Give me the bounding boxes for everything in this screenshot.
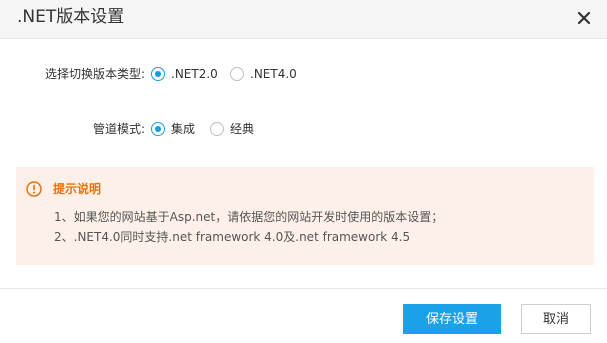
exclamation-circle-icon [26, 181, 42, 197]
radio-integrated-circle[interactable] [151, 122, 165, 136]
version-label: 选择切换版本类型: [44, 67, 145, 81]
radio-net40-circle[interactable] [230, 67, 244, 81]
radio-integrated[interactable]: 集成 [151, 120, 195, 138]
radio-net20-circle[interactable] [151, 67, 165, 81]
radio-classic-label: 经典 [230, 122, 255, 136]
pipeline-row: 管道模式: 集成 经典 [0, 117, 607, 141]
notice-box: 提示说明 1、如果您的网站基于Asp.net，请依据您的网站开发时使用的版本设置… [16, 167, 594, 265]
radio-integrated-label: 集成 [171, 122, 196, 136]
radio-net40-label: .NET4.0 [250, 67, 297, 81]
version-row: 选择切换版本类型: .NET2.0 .NET4.0 [0, 62, 607, 86]
dialog-footer: 保存设置 取消 [0, 288, 607, 343]
close-icon[interactable] [575, 9, 593, 27]
radio-net40[interactable]: .NET4.0 [230, 65, 297, 83]
radio-classic[interactable]: 经典 [210, 120, 254, 138]
dialog-header: .NET版本设置 [0, 0, 607, 39]
cancel-button[interactable]: 取消 [521, 304, 591, 334]
radio-net20-label: .NET2.0 [171, 67, 218, 81]
notice-title: 提示说明 [53, 182, 102, 196]
notice-line-2: 2、.NET4.0同时支持.net framework 4.0及.net fra… [54, 230, 411, 244]
radio-net20[interactable]: .NET2.0 [151, 65, 218, 83]
save-settings-button[interactable]: 保存设置 [403, 304, 501, 334]
notice-line-1: 1、如果您的网站基于Asp.net，请依据您的网站开发时使用的版本设置； [54, 210, 444, 224]
net-version-dialog: .NET版本设置 选择切换版本类型: .NET2.0 .NET4.0 管道模式:… [0, 0, 607, 343]
radio-classic-circle[interactable] [210, 122, 224, 136]
pipeline-label: 管道模式: [92, 122, 145, 136]
dialog-title: .NET版本设置 [17, 7, 125, 27]
